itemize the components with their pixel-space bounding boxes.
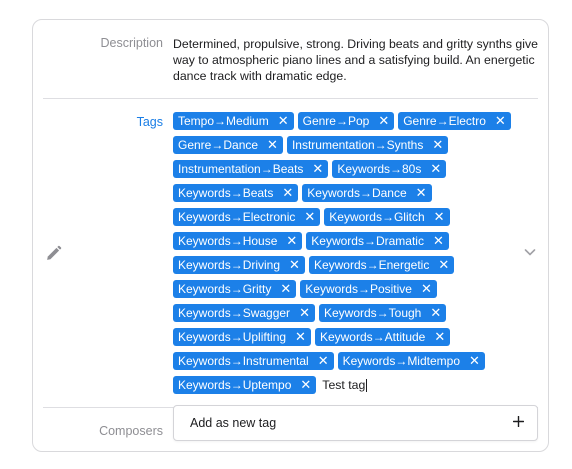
tag-label: Keywords→Dance <box>307 186 407 200</box>
remove-tag-icon[interactable]: ✕ <box>318 352 329 370</box>
tag-chip[interactable]: Keywords→Positive ✕ <box>300 280 437 298</box>
tag-input[interactable]: Test tag <box>320 376 368 394</box>
tag-chip[interactable]: Keywords→Swagger ✕ <box>173 304 315 322</box>
tag-label: Keywords→Driving <box>178 258 281 272</box>
metadata-card: Description Determined, propulsive, stro… <box>32 19 549 452</box>
remove-tag-icon[interactable]: ✕ <box>278 112 289 130</box>
tag-chip[interactable]: Keywords→Instrumental ✕ <box>173 352 334 370</box>
tag-chip[interactable]: Keywords→Gritty ✕ <box>173 280 297 298</box>
tag-chip[interactable]: Keywords→Driving ✕ <box>173 256 305 274</box>
tag-label: Keywords→Electronic <box>178 210 296 224</box>
remove-tag-icon[interactable]: ✕ <box>432 136 443 154</box>
tags-field[interactable]: Tempo→Medium ✕ Genre→Pop ✕ Genre→Electro ✕ Gen… <box>173 112 543 394</box>
tag-input-value: Test tag <box>322 378 366 392</box>
remove-tag-icon[interactable]: ✕ <box>430 304 441 322</box>
tag-label: Keywords→Energetic <box>313 258 430 272</box>
remove-tag-icon[interactable]: ✕ <box>295 328 306 346</box>
remove-tag-icon[interactable]: ✕ <box>304 208 315 226</box>
tag-label: Keywords→Dramatic <box>311 234 424 248</box>
remove-tag-icon[interactable]: ✕ <box>421 280 432 298</box>
remove-tag-icon[interactable]: ✕ <box>312 160 323 178</box>
add-as-new-tag-option[interactable]: Add as new tag <box>190 416 276 430</box>
tag-label: Tempo→Medium <box>178 114 269 128</box>
remove-tag-icon[interactable]: ✕ <box>469 352 480 370</box>
tag-label: Keywords→Glitch <box>329 210 425 224</box>
text-caret <box>366 378 368 392</box>
tag-chip[interactable]: Instrumentation→Beats ✕ <box>173 160 329 178</box>
description-label: Description <box>100 36 163 50</box>
remove-tag-icon[interactable]: ✕ <box>289 256 300 274</box>
tag-label: Keywords→80s <box>337 162 422 176</box>
tag-label: Keywords→Uptempo <box>178 378 292 392</box>
tag-suggestion-dropdown: Add as new tag <box>173 405 538 441</box>
remove-tag-icon[interactable]: ✕ <box>286 232 297 250</box>
tag-chip[interactable]: Keywords→80s ✕ <box>332 160 447 178</box>
tag-chip[interactable]: Instrumentation→Synths ✕ <box>286 136 449 154</box>
composers-label: Composers <box>99 424 163 438</box>
remove-tag-icon[interactable]: ✕ <box>267 136 278 154</box>
plus-icon[interactable] <box>513 416 524 427</box>
tag-chip[interactable]: Keywords→Dance ✕ <box>302 184 432 202</box>
tag-label: Instrumentation→Synths <box>291 138 424 152</box>
tag-label: Genre→Electro <box>403 114 486 128</box>
tag-chip[interactable]: Keywords→Uptempo ✕ <box>173 376 317 394</box>
tag-chip[interactable]: Keywords→Tough ✕ <box>318 304 447 322</box>
tag-chip[interactable]: Keywords→Electronic ✕ <box>173 208 321 226</box>
tag-chip[interactable]: Genre→Pop ✕ <box>297 112 395 130</box>
tag-label: Keywords→Beats <box>178 186 274 200</box>
tag-chip[interactable]: Keywords→House ✕ <box>173 232 303 250</box>
remove-tag-icon[interactable]: ✕ <box>433 232 444 250</box>
tag-chip[interactable]: Genre→Dance ✕ <box>173 136 283 154</box>
tag-label: Keywords→Uplifting <box>178 330 287 344</box>
tag-chip[interactable]: Genre→Electro ✕ <box>398 112 511 130</box>
tag-label: Keywords→Positive <box>305 282 412 296</box>
tag-label: Genre→Dance <box>178 138 259 152</box>
remove-tag-icon[interactable]: ✕ <box>495 112 506 130</box>
tag-label: Keywords→Gritty <box>178 282 272 296</box>
remove-tag-icon[interactable]: ✕ <box>434 208 445 226</box>
remove-tag-icon[interactable]: ✕ <box>378 112 389 130</box>
tags-label: Tags <box>136 115 163 129</box>
tag-chip[interactable]: Keywords→Energetic ✕ <box>308 256 455 274</box>
tag-chip[interactable]: Keywords→Dramatic ✕ <box>306 232 449 250</box>
tag-chip[interactable]: Keywords→Uplifting ✕ <box>173 328 311 346</box>
remove-tag-icon[interactable]: ✕ <box>300 376 311 394</box>
description-text[interactable]: Determined, propulsive, strong. Driving … <box>173 36 538 84</box>
tag-chip[interactable]: Keywords→Attitude ✕ <box>314 328 451 346</box>
divider <box>43 98 538 99</box>
tag-label: Keywords→House <box>178 234 278 248</box>
tag-label: Instrumentation→Beats <box>178 162 304 176</box>
remove-tag-icon[interactable]: ✕ <box>416 184 427 202</box>
chevron-down-icon[interactable] <box>524 247 536 257</box>
remove-tag-icon[interactable]: ✕ <box>430 160 441 178</box>
tag-label: Genre→Pop <box>302 114 370 128</box>
remove-tag-icon[interactable]: ✕ <box>282 184 293 202</box>
tag-chip[interactable]: Keywords→Midtempo ✕ <box>337 352 485 370</box>
remove-tag-icon[interactable]: ✕ <box>434 328 445 346</box>
remove-tag-icon[interactable]: ✕ <box>280 280 291 298</box>
pencil-icon[interactable] <box>45 245 62 262</box>
tag-label: Keywords→Midtempo <box>342 354 460 368</box>
tag-label: Keywords→Swagger <box>178 306 291 320</box>
tag-label: Keywords→Instrumental <box>178 354 309 368</box>
remove-tag-icon[interactable]: ✕ <box>438 256 449 274</box>
remove-tag-icon[interactable]: ✕ <box>299 304 310 322</box>
tag-label: Keywords→Tough <box>323 306 422 320</box>
tag-chip[interactable]: Keywords→Glitch ✕ <box>324 208 450 226</box>
tag-chip[interactable]: Keywords→Beats ✕ <box>173 184 299 202</box>
tag-chip[interactable]: Tempo→Medium ✕ <box>173 112 294 130</box>
tag-label: Keywords→Attitude <box>319 330 426 344</box>
